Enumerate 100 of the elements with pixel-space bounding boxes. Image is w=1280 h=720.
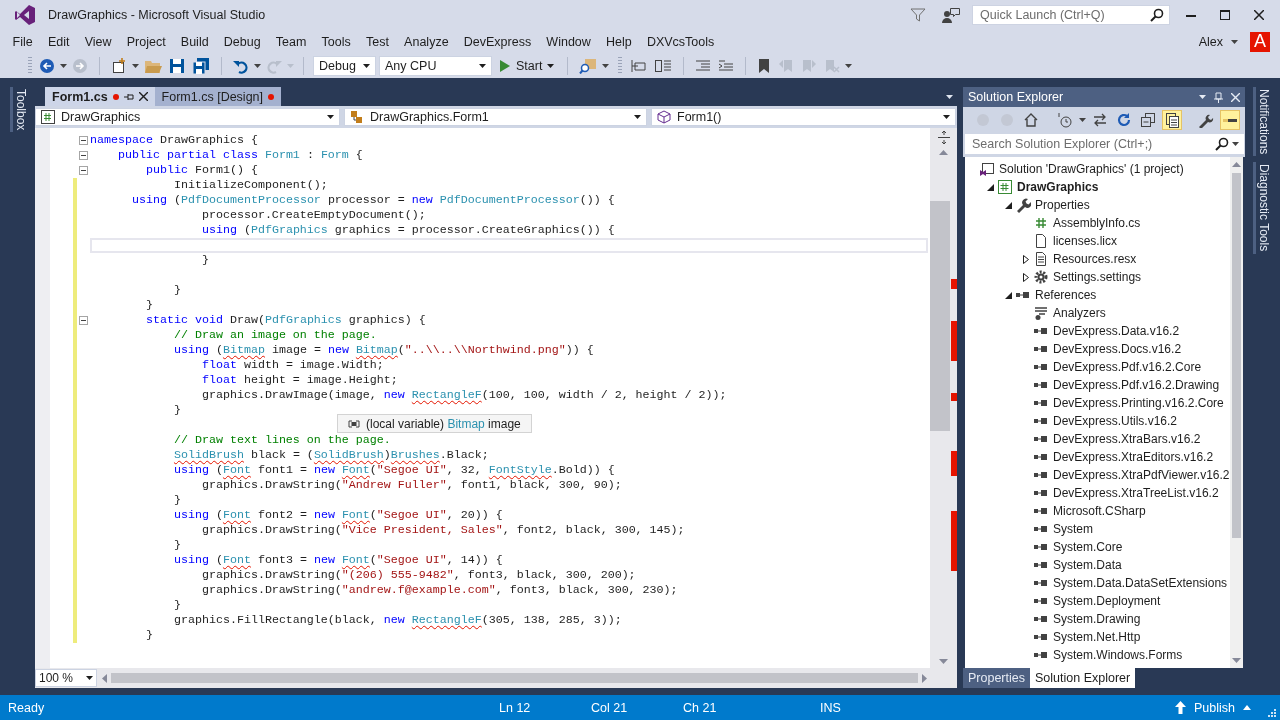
caret-icon[interactable] <box>86 676 93 680</box>
split-icon[interactable] <box>937 131 950 144</box>
tree-item[interactable]: System.Data.DataSetExtensions <box>1053 576 1228 590</box>
search-icon[interactable] <box>1150 8 1164 22</box>
collapsed-arrow-icon[interactable] <box>1023 254 1029 264</box>
caret-icon[interactable] <box>1231 39 1238 44</box>
feedback-icon[interactable] <box>942 7 960 23</box>
filter-icon[interactable] <box>910 7 926 23</box>
menu-item[interactable]: View <box>77 32 120 51</box>
tree-item[interactable]: DevExpress.XtraEditors.v16.2 <box>1053 450 1214 464</box>
tree-item[interactable]: Settings.settings <box>1053 270 1142 284</box>
document-tab[interactable]: Form1.cs [Design] <box>154 87 281 106</box>
navigation-dropdown[interactable]: Form1() <box>651 108 956 126</box>
close-icon[interactable] <box>138 92 148 101</box>
sync-icon[interactable] <box>1092 112 1108 128</box>
scroll-down-icon[interactable] <box>1232 658 1241 663</box>
tree-item[interactable]: DrawGraphics <box>1017 180 1099 194</box>
scrollbar-thumb[interactable] <box>111 673 918 683</box>
menu-item[interactable]: Build <box>173 32 217 51</box>
tree-item[interactable]: DevExpress.XtraPdfViewer.v16.2 <box>1053 468 1230 482</box>
quick-launch-field[interactable]: Quick Launch (Ctrl+Q) <box>972 5 1170 25</box>
tree-item[interactable]: DevExpress.XtraBars.v16.2 <box>1053 432 1201 446</box>
tree-item[interactable]: System.Windows.Forms <box>1053 648 1183 662</box>
caret-icon[interactable] <box>363 63 370 68</box>
tree-item[interactable]: DevExpress.Utils.v16.2 <box>1053 414 1178 428</box>
menu-item[interactable]: Tools <box>314 32 359 51</box>
collapsed-arrow-icon[interactable] <box>1023 272 1029 282</box>
publish-button[interactable]: Publish <box>1169 699 1257 716</box>
tree-item[interactable]: DevExpress.Pdf.v16.2.Drawing <box>1053 378 1220 392</box>
caret-icon[interactable] <box>1232 142 1239 146</box>
tree-item[interactable]: System.Drawing <box>1053 612 1141 626</box>
start-button[interactable]: Start <box>495 58 559 73</box>
caret-icon[interactable] <box>479 63 486 68</box>
expanded-arrow-icon[interactable] <box>1004 201 1012 209</box>
document-tab[interactable]: Form1.cs <box>45 87 155 106</box>
menu-item[interactable]: Project <box>119 32 174 51</box>
scroll-up-icon[interactable] <box>1232 162 1241 167</box>
expanded-arrow-icon[interactable] <box>1004 291 1012 299</box>
tree-item[interactable]: DevExpress.Docs.v16.2 <box>1053 342 1182 356</box>
tree-item[interactable]: System.Core <box>1053 540 1123 554</box>
navigation-dropdown[interactable]: DrawGraphics <box>35 108 340 126</box>
menu-item[interactable]: Team <box>268 32 314 51</box>
home-icon[interactable] <box>1023 112 1039 128</box>
side-tab[interactable]: Toolbox <box>10 87 29 133</box>
account-avatar[interactable]: A <box>1250 31 1270 52</box>
refresh-icon[interactable] <box>1116 112 1132 128</box>
close-icon[interactable] <box>1254 10 1264 20</box>
tree-item[interactable]: DevExpress.XtraTreeList.v16.2 <box>1053 486 1219 500</box>
menu-item[interactable]: Test <box>358 32 397 51</box>
account-name[interactable]: Alex <box>1198 34 1223 49</box>
pending-changes-icon[interactable] <box>1057 112 1073 128</box>
caret-icon[interactable] <box>327 115 334 119</box>
caret-icon[interactable] <box>845 63 853 68</box>
panel-tab[interactable]: Properties <box>963 668 1030 688</box>
tree-item[interactable]: Properties <box>1035 198 1090 212</box>
tree-item[interactable]: AssemblyInfo.cs <box>1053 216 1141 230</box>
tree-item[interactable]: Solution 'DrawGraphics' (1 project) <box>999 162 1184 176</box>
caret-icon[interactable] <box>634 115 641 119</box>
scroll-up-icon[interactable] <box>939 150 948 155</box>
scrollbar-thumb[interactable] <box>1232 173 1241 538</box>
caret-icon[interactable] <box>60 63 67 68</box>
resize-grip-icon[interactable] <box>1267 708 1276 717</box>
tree-item[interactable]: DevExpress.Pdf.v16.2.Core <box>1053 360 1202 374</box>
save-all-button[interactable] <box>190 57 212 74</box>
collapse-icon[interactable] <box>79 151 88 160</box>
scroll-left-icon[interactable] <box>102 673 107 683</box>
tree-item[interactable]: licenses.licx <box>1053 234 1118 248</box>
menu-item[interactable]: DevExpress <box>456 32 539 51</box>
tree-item[interactable]: System.Deployment <box>1053 594 1161 608</box>
caret-icon[interactable] <box>1079 118 1086 122</box>
maximize-icon[interactable] <box>1220 10 1230 20</box>
tree-item[interactable]: DevExpress.Data.v16.2 <box>1053 324 1180 338</box>
menu-item[interactable]: DXVcsTools <box>639 32 722 51</box>
search-icon[interactable] <box>1215 137 1229 151</box>
caret-icon[interactable] <box>254 63 261 68</box>
search-field[interactable]: Search Solution Explorer (Ctrl+;) <box>965 134 1244 154</box>
tree-item[interactable]: System <box>1053 522 1093 536</box>
pin-icon[interactable] <box>123 91 134 102</box>
side-tab[interactable]: Notifications <box>1253 87 1272 157</box>
panel-tab[interactable]: Solution Explorer <box>1030 668 1136 688</box>
scrollbar-thumb[interactable] <box>930 201 950 431</box>
caret-icon[interactable] <box>602 63 610 68</box>
side-tab[interactable]: Diagnostic Tools <box>1253 162 1272 254</box>
menu-item[interactable]: Analyze <box>396 32 457 51</box>
collapse-all-icon[interactable] <box>1140 112 1156 128</box>
collapse-icon[interactable] <box>79 166 88 175</box>
menu-item[interactable]: File <box>5 32 41 51</box>
tree-item[interactable]: Analyzers <box>1053 306 1106 320</box>
tree-item[interactable]: System.Data <box>1053 558 1122 572</box>
zoom-dropdown[interactable]: 100 % <box>35 669 97 687</box>
caret-icon[interactable] <box>946 94 953 99</box>
properties-icon[interactable] <box>1198 112 1214 128</box>
menu-item[interactable]: Window <box>538 32 599 51</box>
menu-item[interactable]: Edit <box>40 32 78 51</box>
caret-icon[interactable] <box>132 63 139 68</box>
tree-item[interactable]: DevExpress.Printing.v16.2.Core <box>1053 396 1224 410</box>
collapse-icon[interactable] <box>79 136 88 145</box>
navigation-dropdown[interactable]: DrawGraphics.Form1 <box>344 108 647 126</box>
platform-dropdown[interactable]: Any CPU <box>379 55 492 76</box>
tree-item[interactable]: Resources.resx <box>1053 252 1137 266</box>
